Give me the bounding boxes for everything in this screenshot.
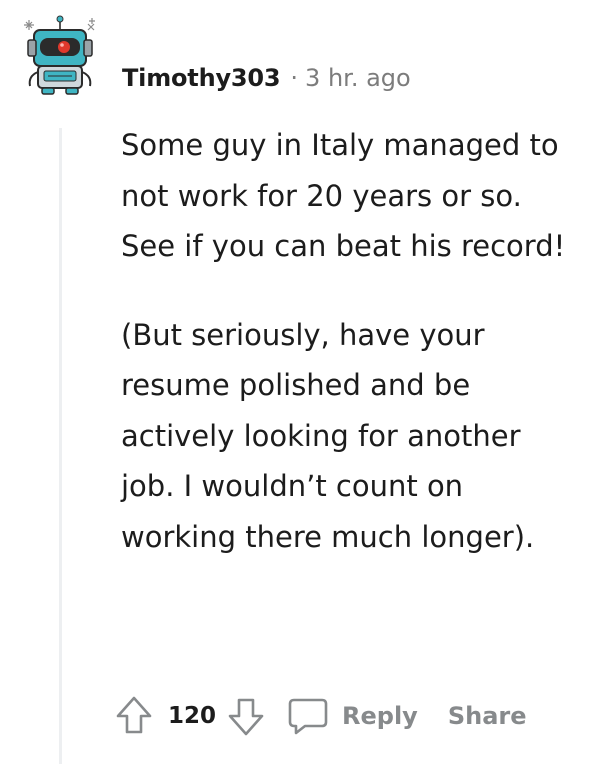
comment-paragraph: (But seriously, have your resume polishe… bbox=[121, 317, 535, 554]
downvote-button[interactable] bbox=[226, 694, 266, 738]
reply-button[interactable]: Reply bbox=[286, 695, 418, 737]
comment-paragraph: Some guy in Italy managed to not work fo… bbox=[121, 128, 566, 263]
timestamp[interactable]: 3 hr. ago bbox=[305, 64, 411, 92]
reply-label: Reply bbox=[342, 702, 418, 730]
arrow-up-icon bbox=[116, 696, 152, 734]
vote-count: 120 bbox=[168, 703, 217, 729]
share-button[interactable]: Share bbox=[448, 702, 527, 730]
upvote-button[interactable] bbox=[114, 694, 154, 738]
username-link[interactable]: Timothy303 bbox=[122, 64, 281, 92]
speech-bubble-icon bbox=[288, 698, 328, 735]
thread-collapse-line[interactable] bbox=[59, 128, 62, 764]
comment-body: Some guy in Italy managed to not work fo… bbox=[121, 120, 581, 562]
meta-separator: · bbox=[290, 64, 299, 92]
arrow-down-icon bbox=[228, 698, 264, 736]
user-avatar[interactable] bbox=[18, 14, 102, 98]
comment-actions: 120 Reply Share bbox=[114, 690, 527, 742]
comment: Timothy303 · 3 hr. ago Some guy in Italy… bbox=[0, 0, 599, 764]
robot-avatar-icon bbox=[24, 15, 95, 95]
comment-header: Timothy303 · 3 hr. ago bbox=[122, 58, 411, 98]
